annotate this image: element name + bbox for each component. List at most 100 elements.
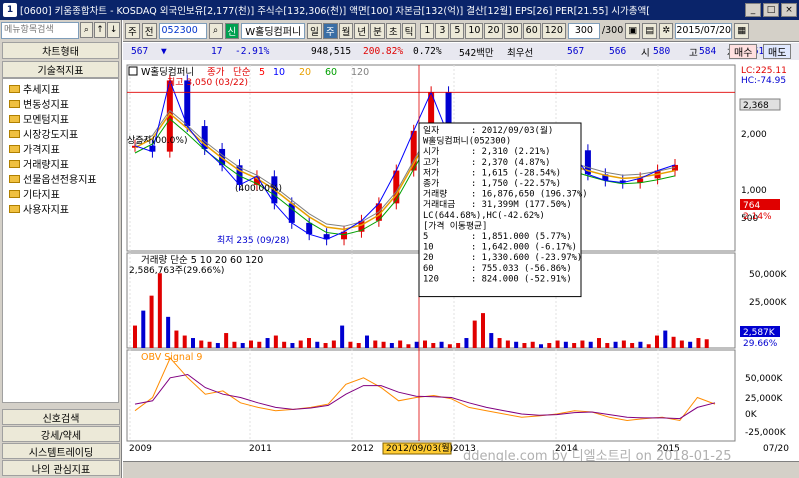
quote-bar: ▼ 567 17 -2.91% 948,515 200.82% 0.72% 54… [123,43,799,60]
volume-bar [704,339,709,348]
maximize-icon[interactable]: □ [763,3,779,17]
volume-bar [282,341,287,348]
tree-item[interactable]: 선물옵션전용지표 [3,171,118,186]
folder-icon [9,174,20,183]
volume-bar [646,344,651,348]
period-tab[interactable]: 분 [370,22,385,39]
chart-toolbar: 주 전 052300 ⌕ 신 W홀딩컴퍼니 일주월년분초틱 1 3 5 10 20 30 6… [123,20,799,42]
volume-bar [431,343,436,348]
app-icon: 1 [3,3,17,17]
ref-price-label: 2,368 [743,101,769,111]
tree-item[interactable]: 가격지표 [3,141,118,156]
tooltip-row-key: 거래대금 [423,199,455,210]
window-title: [0600] 키움종합차트 - KOSDAQ 외국인보유[2,177(천)] 주… [20,6,650,17]
x-tick-label: 2009 [129,444,152,454]
tab-chart-type[interactable]: 차트형태 [2,42,119,59]
search-icon[interactable]: ⌕ [80,22,93,38]
minute-button[interactable]: 20 [484,22,503,39]
best-quote-label: 최우선 [507,47,534,59]
minimize-icon[interactable]: _ [745,3,761,17]
minute-button[interactable]: 60 [522,22,541,39]
tooltip-row-key: 시가 [423,146,439,157]
stock-chart[interactable]: W홀딩컴퍼니 종가 단순 5 10 20 60 120최고 3,050 (03/22)최저 2… [123,61,799,461]
volume-bar [539,344,543,348]
arrow-up-icon[interactable]: ↑ [93,22,107,38]
volume-bar [605,343,610,348]
sidebar-bottom-button[interactable]: 시스템트레이딩 [2,443,120,459]
save-icon[interactable]: ▤ [642,22,658,39]
sin-button[interactable]: 신 [224,22,240,39]
close-icon[interactable]: × [781,3,797,17]
sidebar-bottom-button[interactable]: 강세/약세 [2,426,120,442]
volume-bar [621,340,626,348]
volume-bar [348,341,353,348]
tooltip-row-key: 종가 [423,178,439,189]
obv-y-tick: 25,000K [745,394,783,404]
legend-checkbox[interactable] [128,66,138,76]
volume-bar [249,340,253,348]
tree-item[interactable]: 시장강도지표 [3,126,118,141]
period-tab[interactable]: 년 [354,22,370,39]
tree-item[interactable]: 모멘텀지표 [3,111,118,126]
period-type-select[interactable]: 주 [125,22,140,39]
arrow-down-icon[interactable]: ↓ [107,22,121,38]
menu-search-input[interactable] [1,21,79,39]
tab-tech-indicators[interactable]: 기술적지표 [2,61,119,78]
tree-item-label: 기타지표 [23,190,60,201]
last-price-label: 764 [743,201,760,211]
volume-bar [456,343,461,348]
bar-count-input[interactable]: 300 [567,22,600,39]
minute-button[interactable]: 5 [450,22,465,39]
minute-button[interactable]: 1 [420,22,435,39]
tooltip-row-value: : 31,399M (177.50%) [471,200,572,210]
price-change-pct: -2.91% [235,46,270,57]
minute-button[interactable]: 10 [465,22,484,39]
lock-icon[interactable]: ▣ [625,22,641,39]
volume-bar [298,340,303,348]
period-tab[interactable]: 일 [307,22,322,39]
y-tick-label: 1,000 [741,186,767,196]
tree-item[interactable]: 변동성지표 [3,96,118,111]
volume-bar [215,343,220,348]
folder-icon [9,159,20,168]
tooltip-ma-value: : 1,642.000 (-6.17%) [471,243,577,253]
volume-bar [505,340,510,348]
tree-item[interactable]: 기타지표 [3,186,118,201]
period-tab[interactable]: 주 [322,22,338,39]
tree-item-label: 시장강도지표 [23,130,79,141]
tree-item[interactable]: 사용자지표 [3,201,118,216]
period-tab[interactable]: 월 [338,22,354,39]
calendar-icon[interactable]: ▦ [734,22,750,39]
sidebar-bottom-button[interactable]: 나의 관심지표 [2,460,120,476]
volume-bar [141,310,146,348]
minute-buttons: 1 3 5 10 20 30 60 120 [420,22,566,39]
x-tick-label: 2012 [351,444,374,454]
search-icon[interactable]: ⌕ [208,22,223,39]
minute-button[interactable]: 120 [541,22,566,39]
tree-item[interactable]: 추세지표 [3,81,118,96]
x-tick-label: 07/20 [763,444,789,454]
open-price: 580 [653,46,671,57]
sell-button[interactable]: 매도 [763,44,792,59]
tree-item[interactable]: 거래량지표 [3,156,118,171]
minute-button[interactable]: 30 [503,22,522,39]
stock-code-input[interactable]: 052300 [158,22,207,39]
date-input[interactable]: 2015/07/20 [675,22,733,39]
jeon-toggle[interactable]: 전 [141,22,157,39]
minute-button[interactable]: 3 [435,22,450,39]
sidebar-bottom-button[interactable]: 신호검색 [2,409,120,425]
period-tab[interactable]: 초 [385,22,401,39]
last-price-pct: 2.14% [743,212,772,222]
stock-name: W홀딩컴퍼니 [241,22,306,39]
turnover-ratio: 0.72% [413,46,442,57]
chart-annotation: 상증자(00.0%) [127,135,187,146]
volume-bar [307,338,311,348]
folder-icon [9,204,20,213]
period-tab[interactable]: 틱 [401,22,417,39]
buy-button[interactable]: 매수 [729,44,758,59]
tree-item-label: 선물옵션전용지표 [23,175,97,186]
volume-bar [696,338,701,348]
volume-bar [613,341,618,348]
settings-icon[interactable]: ✲ [659,22,674,39]
tooltip-row-key: 저가 [423,167,439,178]
